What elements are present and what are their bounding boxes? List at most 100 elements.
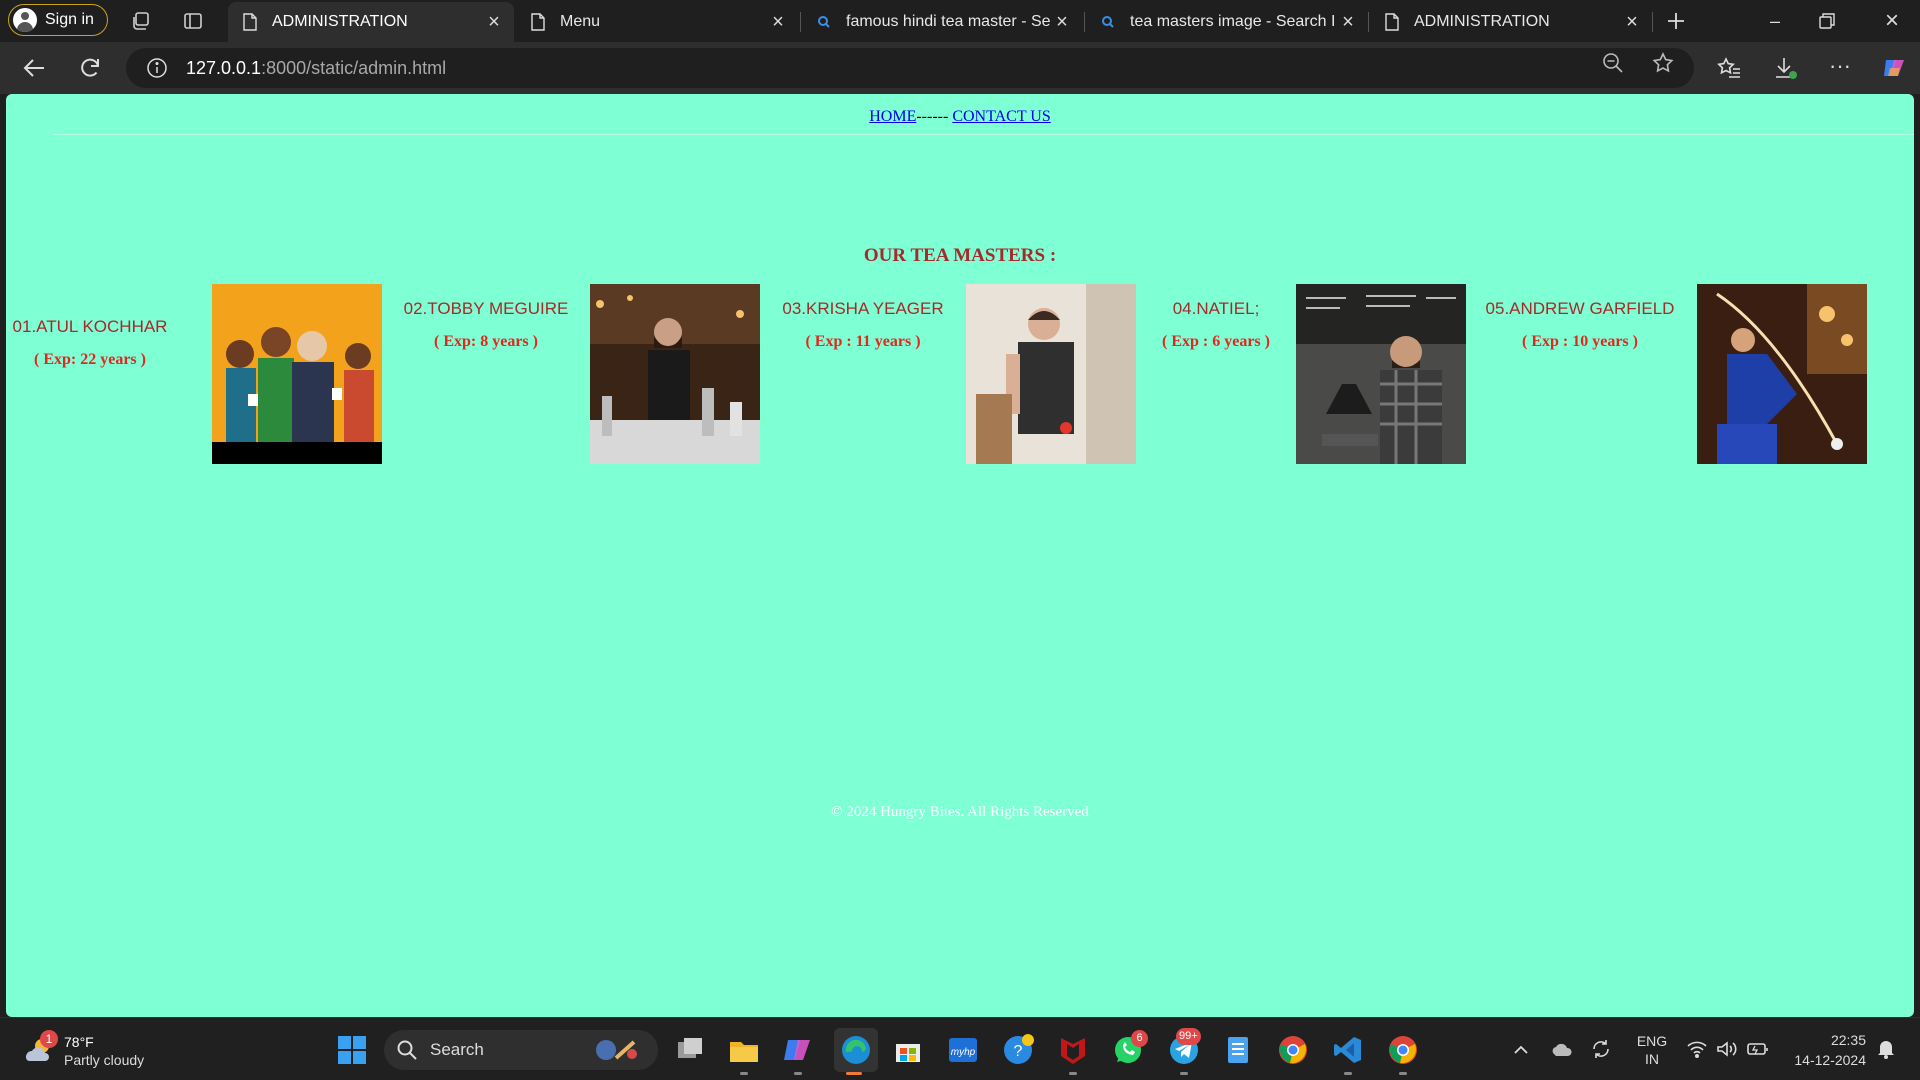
- running-indicator: [794, 1072, 802, 1075]
- sign-in-button[interactable]: Sign in: [8, 4, 108, 36]
- browser-toolbar: 127.0.0.1:8000/static/admin.html ···: [0, 42, 1920, 94]
- page-icon: [243, 13, 257, 31]
- url-host: 127.0.0.1: [186, 57, 262, 78]
- header-divider: [54, 134, 1914, 135]
- master-name-2: 02.TOBBY MEGUIRE: [403, 299, 569, 318]
- sync-icon[interactable]: [1590, 1038, 1612, 1060]
- search-highlight-icon: [596, 1040, 637, 1060]
- weather-temperature: 78°F: [64, 1034, 94, 1050]
- wifi-icon[interactable]: [1686, 1040, 1708, 1058]
- copilot-app-icon[interactable]: [782, 1034, 814, 1066]
- search-icon: [818, 16, 830, 28]
- clock-time: 22:35: [1830, 1032, 1866, 1048]
- close-tab-icon[interactable]: ×: [1620, 11, 1644, 34]
- task-view-icon[interactable]: [674, 1034, 706, 1066]
- tab-search-tea-master[interactable]: famous hindi tea master - Search ×: [802, 2, 1082, 42]
- downloads-icon[interactable]: [1772, 55, 1798, 81]
- weather-alert-badge: 1: [40, 1030, 58, 1048]
- language-code: ENG: [1636, 1033, 1668, 1049]
- svg-text:?: ?: [1014, 1043, 1023, 1060]
- page-content: HOME------ CONTACT US OUR TEA MASTERS : …: [6, 94, 1914, 1017]
- whatsapp-badge: 6: [1131, 1030, 1148, 1047]
- master-photo-4: [1296, 284, 1466, 464]
- tab-administration[interactable]: ADMINISTRATION ×: [1370, 2, 1652, 42]
- running-indicator: [740, 1072, 748, 1075]
- site-info-icon[interactable]: [146, 57, 168, 79]
- close-tab-icon[interactable]: ×: [1050, 11, 1074, 34]
- page-icon: [531, 13, 545, 31]
- contact-us-link[interactable]: CONTACT US: [952, 108, 1050, 125]
- region-code: IN: [1645, 1051, 1659, 1067]
- chrome-profile-icon[interactable]: [1387, 1034, 1419, 1066]
- close-tab-icon[interactable]: ×: [1336, 11, 1360, 34]
- master-photo-1: [212, 284, 382, 464]
- address-bar[interactable]: 127.0.0.1:8000/static/admin.html: [126, 48, 1694, 88]
- nav-separator: ------: [916, 108, 949, 125]
- tab-menu[interactable]: Menu ×: [516, 2, 798, 42]
- help-icon[interactable]: ?: [1002, 1034, 1034, 1066]
- system-clock[interactable]: 22:35 14-12-2024: [1784, 1030, 1866, 1070]
- footer-copyright: © 2024 Hungry Bites. All Rights Reserved: [831, 804, 1089, 820]
- show-hidden-icons-chevron-icon[interactable]: [1512, 1042, 1530, 1056]
- master-exp-4: ( Exp : 6 years ): [1162, 333, 1270, 350]
- tab-search-tea-images[interactable]: tea masters image - Search Images ×: [1086, 2, 1368, 42]
- restore-icon[interactable]: [1818, 12, 1836, 30]
- tab-title: ADMINISTRATION: [272, 13, 408, 30]
- battery-icon[interactable]: [1746, 1040, 1770, 1058]
- page-icon: [1385, 13, 1399, 31]
- microsoft-store-icon[interactable]: [892, 1034, 924, 1066]
- home-link[interactable]: HOME: [869, 108, 916, 125]
- favorite-star-icon[interactable]: [1651, 51, 1675, 75]
- tab-title: tea masters image - Search Images: [1130, 13, 1336, 30]
- edge-app-button[interactable]: [834, 1028, 878, 1072]
- running-indicator: [1180, 1072, 1188, 1075]
- weather-widget[interactable]: 1 78°F Partly cloudy: [22, 1030, 182, 1072]
- refresh-icon[interactable]: [74, 52, 106, 84]
- file-explorer-icon[interactable]: [728, 1034, 760, 1066]
- zoom-out-icon[interactable]: [1601, 51, 1625, 75]
- tab-actions-icon[interactable]: [182, 10, 204, 32]
- edge-icon: [842, 1036, 870, 1064]
- windows-start-icon[interactable]: [336, 1034, 368, 1066]
- tab-administration-active[interactable]: ADMINISTRATION ×: [228, 2, 514, 42]
- notepad-icon[interactable]: [1222, 1034, 1254, 1066]
- vscode-icon[interactable]: [1332, 1034, 1364, 1066]
- search-label: Search: [430, 1040, 484, 1059]
- myhp-icon[interactable]: myhp: [947, 1034, 979, 1066]
- new-tab-icon[interactable]: [1665, 10, 1687, 32]
- back-arrow-icon[interactable]: [18, 52, 50, 84]
- browser-tab-strip: Sign in ADMINISTRATION × Menu × famous h…: [0, 0, 1920, 42]
- close-window-icon[interactable]: ×: [1877, 6, 1907, 36]
- onedrive-icon[interactable]: [1550, 1038, 1574, 1060]
- mcafee-icon[interactable]: [1057, 1034, 1089, 1066]
- language-indicator[interactable]: ENG IN: [1634, 1032, 1670, 1068]
- taskbar-search[interactable]: Search: [384, 1030, 658, 1070]
- favorites-icon[interactable]: [1716, 55, 1742, 81]
- close-tab-icon[interactable]: ×: [482, 11, 506, 34]
- master-exp-1: ( Exp: 22 years ): [34, 351, 146, 368]
- tab-divider: [1084, 12, 1085, 32]
- master-name-4: 04.NATIEL;: [1172, 299, 1260, 318]
- url-path: :8000/static/admin.html: [261, 57, 447, 78]
- master-name-1: 01.ATUL KOCHHAR: [12, 317, 168, 336]
- master-photo-2: [590, 284, 760, 464]
- telegram-badge: 99+: [1176, 1028, 1201, 1045]
- minimize-icon[interactable]: –: [1760, 6, 1790, 36]
- tab-title: Menu: [560, 13, 601, 30]
- master-photo-3: [966, 284, 1136, 464]
- running-indicator: [1399, 1072, 1407, 1075]
- url-text: 127.0.0.1:8000/static/admin.html: [186, 58, 446, 79]
- close-tab-icon[interactable]: ×: [766, 11, 790, 34]
- notifications-bell-icon[interactable]: [1876, 1038, 1896, 1060]
- clock-date: 14-12-2024: [1794, 1052, 1866, 1068]
- workspaces-icon[interactable]: [130, 10, 152, 32]
- volume-icon[interactable]: [1716, 1040, 1738, 1058]
- copilot-icon[interactable]: [1880, 54, 1908, 82]
- chrome-icon[interactable]: [1277, 1034, 1309, 1066]
- tea-masters-heading: OUR TEA MASTERS :: [863, 245, 1057, 266]
- top-navigation: HOME------ CONTACT US: [6, 108, 1914, 126]
- search-icon: [1102, 16, 1114, 28]
- more-options-icon[interactable]: ···: [1827, 55, 1853, 81]
- tab-divider: [1652, 12, 1653, 32]
- search-icon: [397, 1040, 417, 1060]
